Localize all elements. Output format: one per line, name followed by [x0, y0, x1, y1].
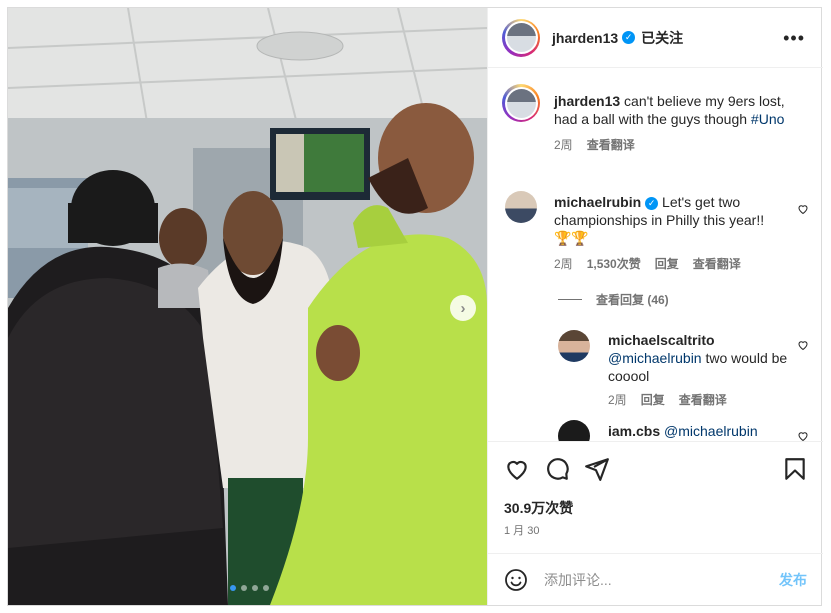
action-bar: 30.9万次赞 1 月 30	[488, 441, 823, 551]
reply-comment: iam.cbs @michaelrubin	[608, 422, 788, 440]
caption-username[interactable]: jharden13	[554, 93, 620, 109]
commenter-avatar[interactable]	[558, 420, 590, 441]
caption-avatar[interactable]	[502, 84, 540, 122]
carousel-dot	[230, 585, 236, 591]
verified-icon: ✓	[645, 196, 659, 210]
comment-time: 2周	[554, 257, 573, 271]
photo-illustration	[8, 8, 487, 605]
verified-icon: ✓	[622, 31, 636, 44]
author-username[interactable]: jharden13	[552, 30, 618, 46]
comment-like-icon[interactable]	[797, 339, 809, 351]
comment-time: 2周	[608, 393, 627, 407]
comment-input[interactable]: 添加评论...	[544, 570, 612, 590]
see-translation-button[interactable]: 查看翻译	[693, 255, 741, 272]
see-translation-button[interactable]: 查看翻译	[679, 391, 727, 408]
caption-time: 2周	[554, 138, 573, 152]
hashtag-link[interactable]: #Uno	[751, 111, 784, 127]
comment-username[interactable]: iam.cbs	[608, 423, 660, 439]
post-header: jharden13 ✓ 已关注 •••	[488, 8, 823, 68]
emoji-icon[interactable]	[504, 568, 528, 592]
reply-button[interactable]: 回复	[655, 255, 679, 272]
commenter-avatar[interactable]	[558, 330, 590, 362]
comment-username[interactable]: michaelrubin	[554, 194, 641, 210]
comment-like-icon[interactable]	[797, 430, 809, 441]
view-replies[interactable]: 查看回复 (46)	[558, 291, 669, 308]
carousel-indicators	[230, 585, 269, 591]
carousel-dot	[241, 585, 247, 591]
following-button[interactable]: 已关注	[641, 28, 683, 48]
next-photo-button[interactable]: ›	[450, 295, 476, 321]
reply-comment: michaelscaltrito @michaelrubin two would…	[608, 331, 788, 408]
post-sidebar: jharden13 ✓ 已关注 ••• jharden13 can't beli…	[487, 8, 823, 605]
caption: jharden13 can't believe my 9ers lost, ha…	[554, 92, 802, 153]
trophy-emoji: 🏆🏆	[554, 230, 589, 246]
commenter-avatar[interactable]	[505, 191, 537, 223]
chevron-right-icon: ›	[460, 299, 466, 317]
post-date: 1 月 30	[504, 525, 540, 537]
author-avatar[interactable]	[502, 18, 540, 57]
comment-like-icon[interactable]	[797, 203, 809, 215]
comment-icon[interactable]	[544, 456, 570, 482]
carousel-dot	[252, 585, 258, 591]
like-count[interactable]: 30.9万次赞	[504, 498, 573, 518]
post-photo[interactable]: ›	[8, 8, 487, 605]
post-modal: › jharden13 ✓ 已关注 ••• jharden13 can't be…	[7, 7, 823, 606]
comment-username[interactable]: michaelscaltrito	[608, 332, 715, 348]
comment: michaelrubin ✓ Let's get two championship…	[554, 193, 790, 272]
add-comment-bar: 添加评论... 发布	[488, 553, 823, 605]
carousel-dot	[263, 585, 269, 591]
share-icon[interactable]	[584, 456, 610, 482]
heart-icon[interactable]	[504, 456, 530, 482]
post-comment-button[interactable]: 发布	[779, 570, 807, 590]
view-replies-label[interactable]: 查看回复 (46)	[596, 291, 669, 308]
mention-link[interactable]: @michaelrubin	[608, 350, 702, 366]
comment-likes[interactable]: 1,530次赞	[587, 255, 641, 272]
bookmark-icon[interactable]	[782, 456, 808, 482]
more-icon[interactable]: •••	[783, 28, 805, 49]
mention-link[interactable]: @michaelrubin	[664, 423, 758, 439]
comments-list[interactable]: jharden13 can't believe my 9ers lost, ha…	[488, 69, 823, 441]
see-translation-button[interactable]: 查看翻译	[587, 136, 635, 153]
reply-button[interactable]: 回复	[641, 391, 665, 408]
